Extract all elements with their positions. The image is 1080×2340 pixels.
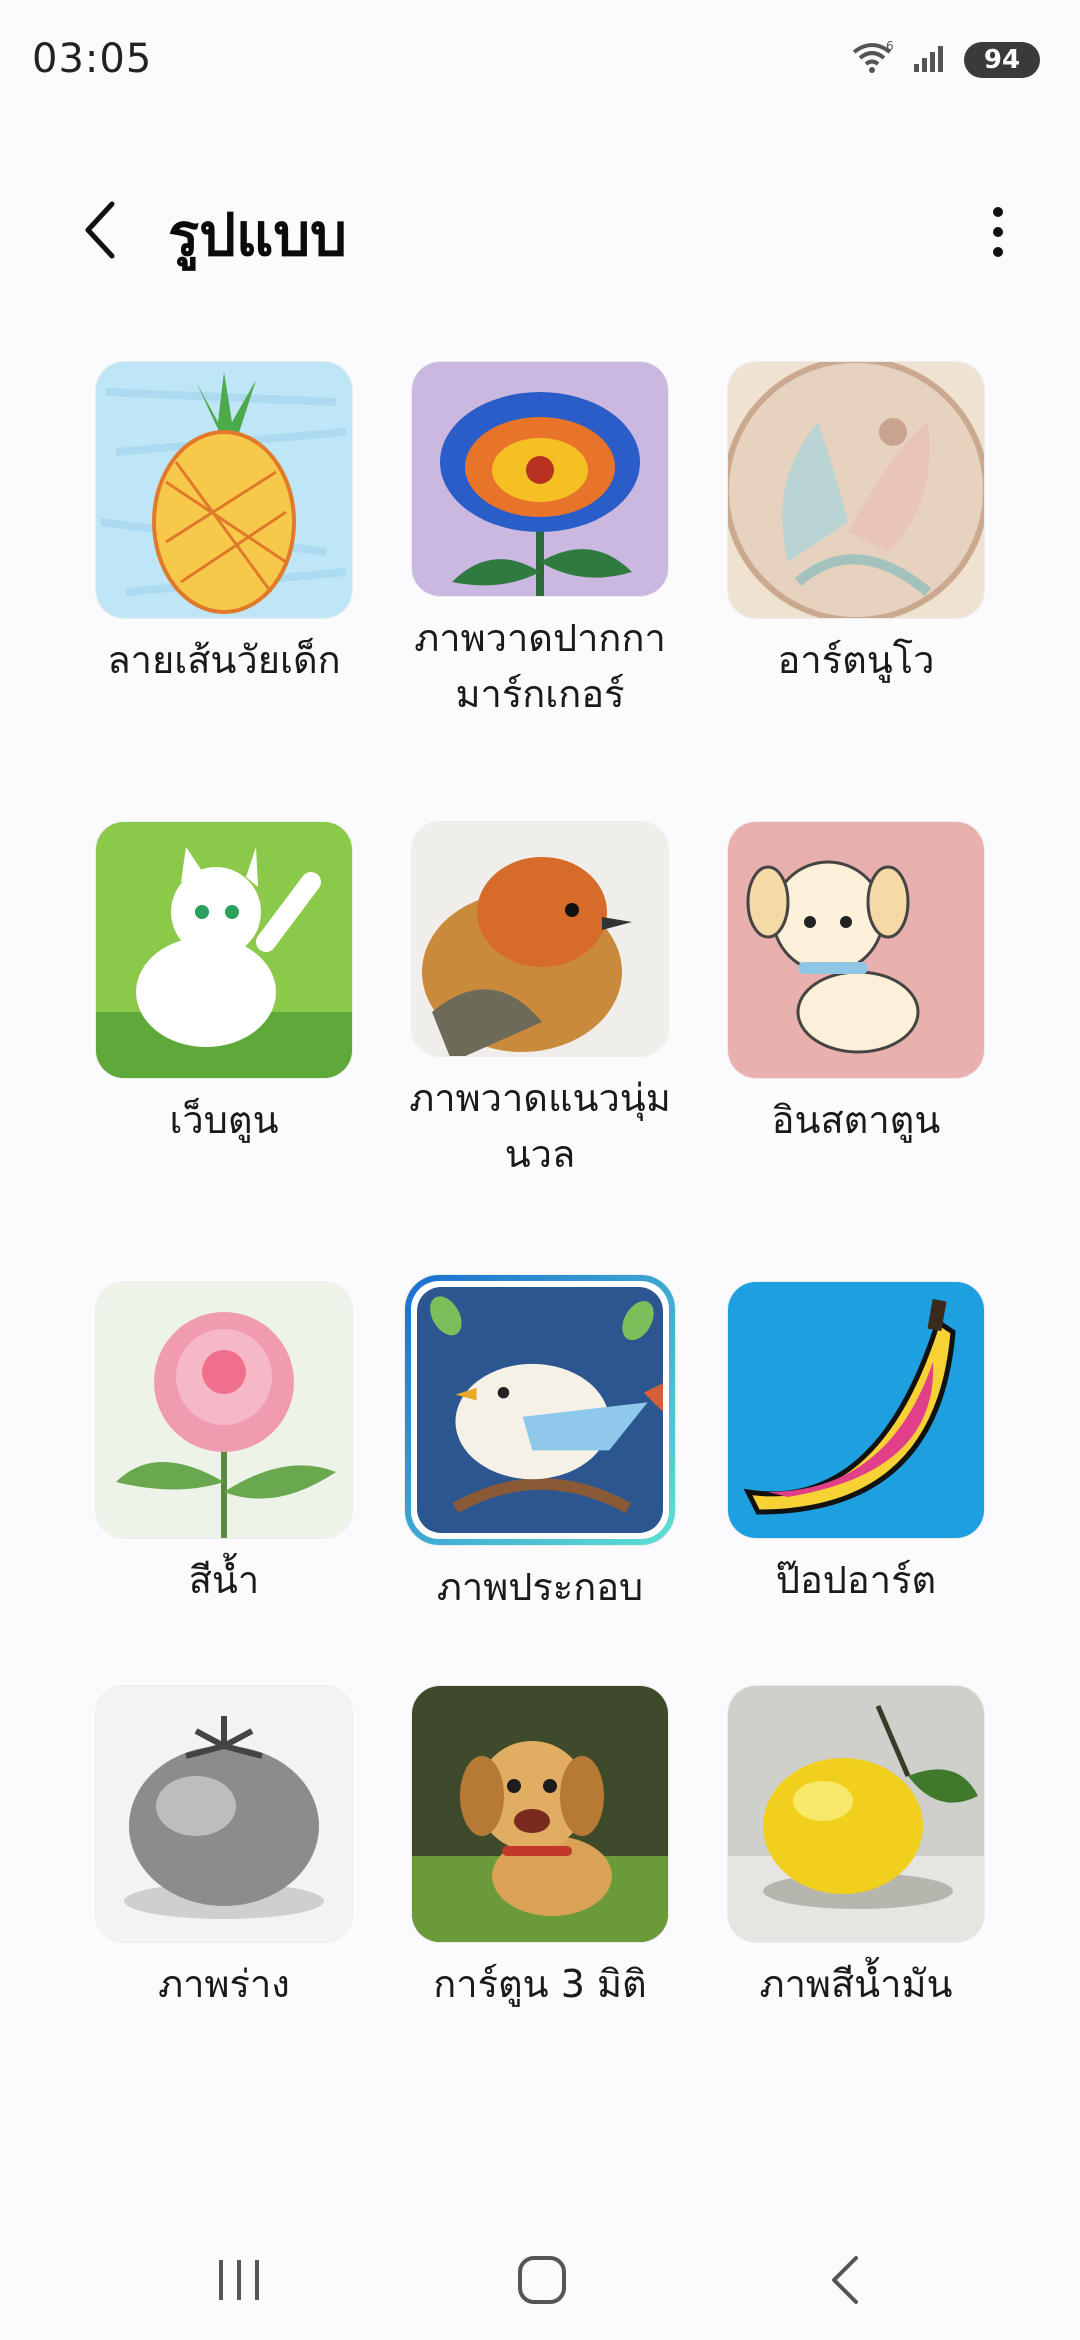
style-label: อินสตาตูน: [771, 1098, 941, 1142]
style-item-childhood-drawing[interactable]: ลายเส้นวัยเด็ก: [66, 362, 382, 722]
style-item-watercolor[interactable]: สีน้ำ: [66, 1282, 382, 1642]
style-item-soft-painting[interactable]: ภาพวาดแนวนุ่มนวล: [382, 822, 698, 1182]
navigation-bar: [0, 2220, 1080, 2340]
style-label: ป๊อปอาร์ต: [775, 1558, 937, 1602]
style-item-instatoon[interactable]: อินสตาตูน: [698, 822, 1014, 1182]
page-title: รูปแบบ: [168, 201, 347, 269]
style-item-webtoon[interactable]: เว็บตูน: [66, 822, 382, 1182]
style-label: เว็บตูน: [169, 1098, 279, 1142]
style-thumb-3d-dog: [412, 1686, 668, 1942]
style-thumb-pineapple: [96, 362, 352, 618]
style-thumb-peony: [96, 1282, 352, 1538]
style-item-illustration[interactable]: ภาพประกอบ: [382, 1281, 698, 1642]
style-label: อาร์ตนูโว: [777, 638, 935, 682]
more-vert-icon: [993, 207, 1003, 257]
style-thumb-illustration-bird: [405, 1275, 675, 1545]
status-bar: 03:05 6 94: [0, 0, 1080, 120]
style-label: ภาพประกอบ: [436, 1565, 644, 1609]
home-icon: [518, 2256, 566, 2304]
style-thumb-lemon: [728, 1686, 984, 1942]
signal-icon: [912, 42, 948, 78]
style-label: ภาพวาดปากกามาร์กเกอร์: [414, 616, 666, 716]
style-item-art-nouveau[interactable]: อาร์ตนูโว: [698, 362, 1014, 722]
network-badge: 6: [886, 40, 894, 53]
home-button[interactable]: [482, 2240, 602, 2320]
style-label: การ์ตูน 3 มิติ: [433, 1962, 647, 2006]
back-button[interactable]: [70, 190, 130, 270]
style-label: ลายเส้นวัยเด็ก: [107, 638, 341, 682]
style-thumb-cat: [96, 822, 352, 1078]
style-thumb-tomato: [96, 1686, 352, 1942]
style-thumb-bird: [412, 822, 668, 1056]
style-item-sketch[interactable]: ภาพร่าง: [66, 1686, 382, 2046]
style-item-pop-art[interactable]: ป๊อปอาร์ต: [698, 1282, 1014, 1642]
style-thumb-puppy: [728, 822, 984, 1078]
style-label: ภาพร่าง: [158, 1962, 290, 2006]
battery-indicator: 94: [964, 42, 1040, 78]
style-grid: ลายเส้นวัยเด็ก ภาพวาดปากกามาร์กเกอร์ อาร…: [0, 362, 1080, 2062]
back-icon: [832, 2256, 858, 2304]
wifi-icon: 6: [852, 39, 896, 80]
style-thumb-peacock: [728, 362, 984, 618]
status-icons: 6 94: [852, 39, 1040, 80]
recents-button[interactable]: [180, 2240, 300, 2320]
style-label: ภาพวาดแนวนุ่มนวล: [409, 1076, 671, 1176]
selected-thumb-inner: [417, 1287, 663, 1533]
chevron-left-icon: [85, 201, 115, 259]
top-app-bar: รูปแบบ: [0, 170, 1080, 290]
style-thumb-banana: [728, 1282, 984, 1538]
status-time: 03:05: [32, 36, 153, 82]
style-item-3d-cartoon[interactable]: การ์ตูน 3 มิติ: [382, 1686, 698, 2046]
more-options-button[interactable]: [968, 192, 1028, 272]
style-item-marker-drawing[interactable]: ภาพวาดปากกามาร์กเกอร์: [382, 362, 698, 722]
recents-icon: [219, 2260, 259, 2300]
style-thumb-flower: [412, 362, 668, 596]
style-label: ภาพสีน้ำมัน: [759, 1962, 953, 2006]
style-label: สีน้ำ: [188, 1558, 260, 1602]
system-back-button[interactable]: [786, 2240, 906, 2320]
style-item-oil-painting[interactable]: ภาพสีน้ำมัน: [698, 1686, 1014, 2046]
